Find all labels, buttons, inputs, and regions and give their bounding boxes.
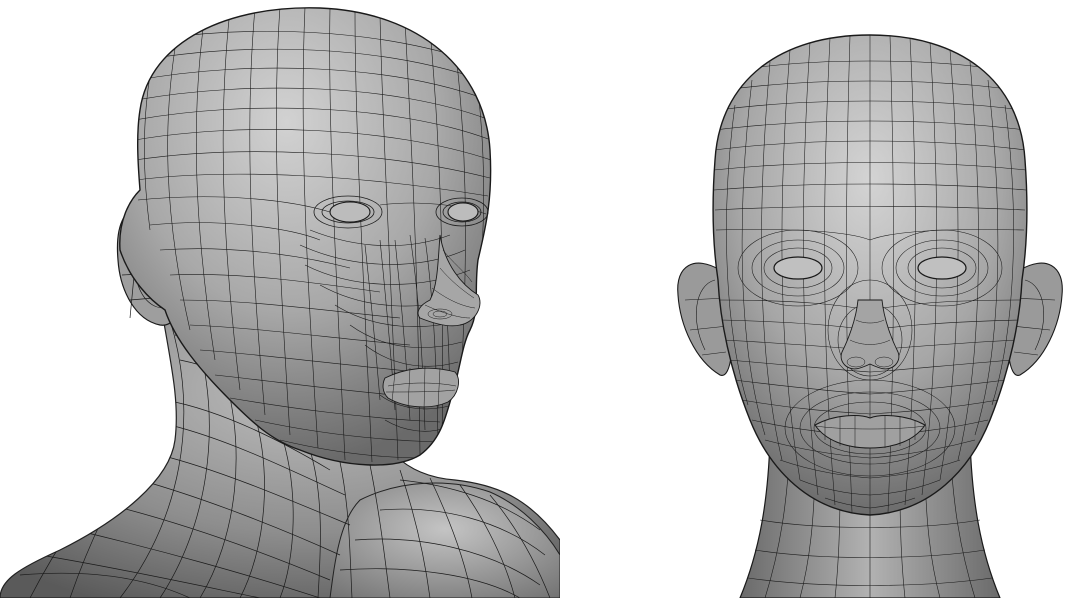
shoulder-surface: [329, 482, 560, 598]
eyeball-right-front: [917, 256, 967, 280]
lips-surface: [382, 367, 459, 408]
three-quarter-head-render: [0, 7, 560, 598]
eyeball-left-front: [773, 256, 823, 280]
eyeball-left: [329, 201, 371, 223]
three-quarter-view: [0, 0, 560, 598]
front-view: [560, 0, 1071, 598]
render-viewport: [0, 0, 1071, 598]
front-head-render: [677, 34, 1063, 598]
eyeball-right: [447, 202, 479, 222]
